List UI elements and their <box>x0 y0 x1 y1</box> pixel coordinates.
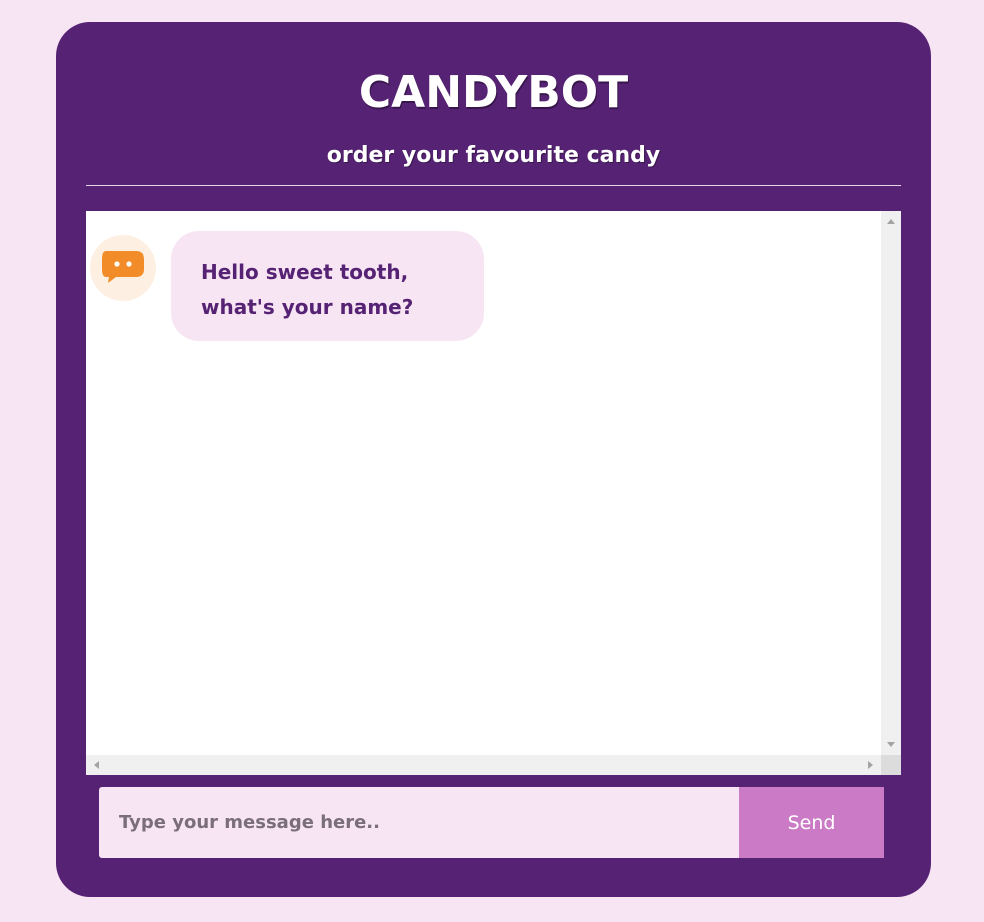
send-button[interactable]: Send <box>739 787 884 858</box>
bot-message-line: what's your name? <box>201 295 414 319</box>
scroll-down-arrow-icon[interactable] <box>887 742 895 747</box>
header-divider <box>86 185 901 186</box>
app-subtitle: order your favourite candy <box>326 143 661 168</box>
scroll-up-arrow-icon[interactable] <box>887 219 895 224</box>
bot-message-line: Hello sweet tooth, <box>201 260 409 284</box>
bot-message-bubble: Hello sweet tooth, what's your name? <box>171 231 484 341</box>
chatbot-card: CANDYBOT order your favourite candy Hell… <box>56 22 931 897</box>
scrollbar-corner <box>881 755 901 775</box>
message-input[interactable] <box>99 787 739 858</box>
chat-log[interactable]: Hello sweet tooth, what's your name? <box>86 211 901 775</box>
vertical-scrollbar[interactable] <box>881 211 901 755</box>
scroll-left-arrow-icon[interactable] <box>94 761 99 769</box>
app-title: CANDYBOT <box>358 67 629 118</box>
bot-avatar <box>90 235 156 301</box>
chat-bubble-icon <box>102 251 144 283</box>
scroll-right-arrow-icon[interactable] <box>868 761 873 769</box>
horizontal-scrollbar[interactable] <box>86 755 881 775</box>
message-composer: Send <box>99 787 884 858</box>
